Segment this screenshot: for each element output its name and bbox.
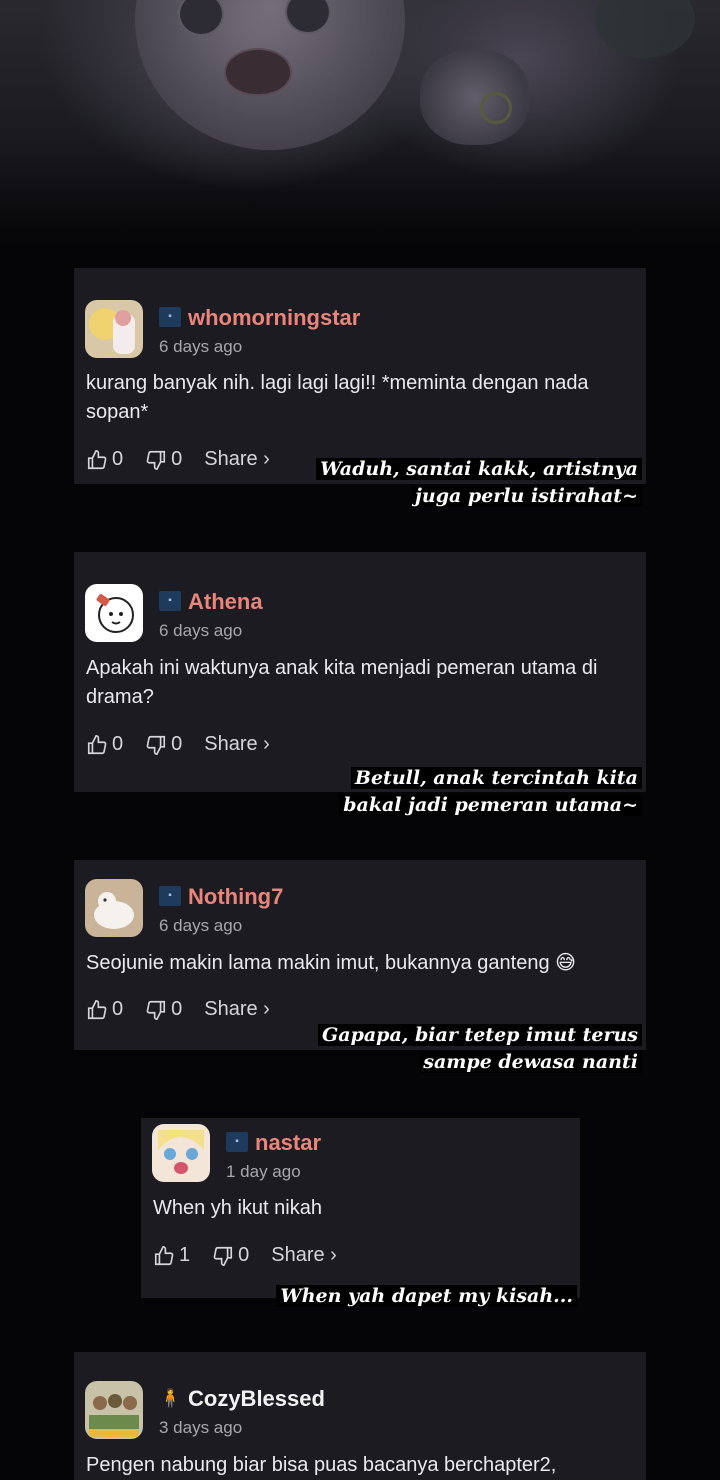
translator-note-line: Waduh, santai kakk, artistnya <box>316 458 642 480</box>
floating-action-button[interactable] <box>595 0 695 58</box>
translator-note: Waduh, santai kakk, artistnya juga perlu… <box>316 456 642 510</box>
character-hand <box>420 50 530 145</box>
dislike-button[interactable]: 0 <box>212 1244 249 1267</box>
like-button[interactable]: 0 <box>86 733 123 756</box>
avatar[interactable] <box>152 1124 210 1182</box>
dislike-button[interactable]: 0 <box>145 448 182 471</box>
comment-time: 6 days ago <box>159 916 243 935</box>
thumbs-down-icon <box>146 450 166 470</box>
like-count: 1 <box>179 1244 191 1266</box>
comment-actions: 0 0 Share › <box>86 733 270 756</box>
thumbs-down-icon <box>213 1246 233 1266</box>
thumbs-down-icon <box>146 1000 166 1020</box>
avatar[interactable] <box>85 584 143 642</box>
comment-text: kurang banyak nih. lagi lagi lagi!! *mem… <box>86 372 589 423</box>
badge-icon: ▪ <box>226 1132 248 1152</box>
like-button[interactable]: 1 <box>153 1244 190 1267</box>
dislike-button[interactable]: 0 <box>145 733 182 756</box>
person-badge-icon: 🧍 <box>159 1388 182 1408</box>
translator-note-line: sampe dewasa nanti <box>419 1051 642 1073</box>
share-button[interactable]: Share › <box>204 448 270 471</box>
translator-note-line: When yah dapet my kisah... <box>276 1285 577 1307</box>
thumbs-up-icon <box>87 449 107 469</box>
comment-text: When yh ikut nikah <box>153 1197 322 1219</box>
like-button[interactable]: 0 <box>86 448 123 471</box>
chapter-artwork <box>0 0 720 245</box>
like-count: 0 <box>112 733 124 755</box>
translator-note: Gapapa, biar tetep imut terus sampe dewa… <box>318 1022 642 1076</box>
badge-icon: ▪ <box>159 307 181 327</box>
avatar[interactable] <box>85 300 143 358</box>
share-button[interactable]: Share › <box>271 1244 337 1267</box>
dislike-button[interactable]: 0 <box>145 998 182 1021</box>
avatar[interactable] <box>85 879 143 937</box>
dislike-count: 0 <box>238 1244 250 1266</box>
username[interactable]: Nothing7 <box>188 884 283 910</box>
character-bracelet <box>480 92 512 124</box>
translator-note-line: Betull, anak tercintah kita <box>350 767 642 789</box>
translator-note-line: juga perlu istirahat~ <box>411 485 642 507</box>
comment-time: 6 days ago <box>159 337 243 356</box>
dislike-count: 0 <box>171 998 183 1020</box>
comment-actions: 0 0 Share › <box>86 448 270 471</box>
translator-note-line: bakal jadi pemeran utama~ <box>339 794 642 816</box>
thumbs-up-icon <box>87 999 107 1019</box>
username[interactable]: CozyBlessed <box>188 1386 325 1412</box>
comment-text: Pengen nabung biar bisa puas bacanya ber… <box>86 1454 557 1476</box>
username[interactable]: Athena <box>188 589 263 615</box>
translator-note-line: Gapapa, biar tetep imut terus <box>318 1024 642 1046</box>
username[interactable]: nastar <box>255 1130 321 1156</box>
share-button[interactable]: Share › <box>204 733 270 756</box>
dislike-count: 0 <box>171 448 183 470</box>
username[interactable]: whomorningstar <box>188 305 360 331</box>
comment-text: Seojunie makin lama makin imut, bukannya… <box>86 952 577 974</box>
like-button[interactable]: 0 <box>86 998 123 1021</box>
character-mouth <box>224 48 292 96</box>
share-button[interactable]: Share › <box>204 998 270 1021</box>
badge-icon: ▪ <box>159 591 181 611</box>
comment-time: 6 days ago <box>159 621 243 640</box>
thumbs-down-icon <box>146 735 166 755</box>
comment-actions: 0 0 Share › <box>86 998 270 1021</box>
thumbs-up-icon <box>87 734 107 754</box>
comment-time: 1 day ago <box>226 1162 301 1181</box>
comment-time: 3 days ago <box>159 1418 243 1437</box>
comment-text: Apakah ini waktunya anak kita menjadi pe… <box>86 657 598 708</box>
avatar[interactable] <box>85 1381 143 1439</box>
dislike-count: 0 <box>171 733 183 755</box>
comment-actions: 1 0 Share › <box>153 1244 337 1267</box>
badge-icon: ▪ <box>159 886 181 906</box>
translator-note: Betull, anak tercintah kita bakal jadi p… <box>339 765 642 819</box>
like-count: 0 <box>112 998 124 1020</box>
like-count: 0 <box>112 448 124 470</box>
thumbs-up-icon <box>154 1245 174 1265</box>
translator-note: When yah dapet my kisah... <box>276 1283 577 1310</box>
